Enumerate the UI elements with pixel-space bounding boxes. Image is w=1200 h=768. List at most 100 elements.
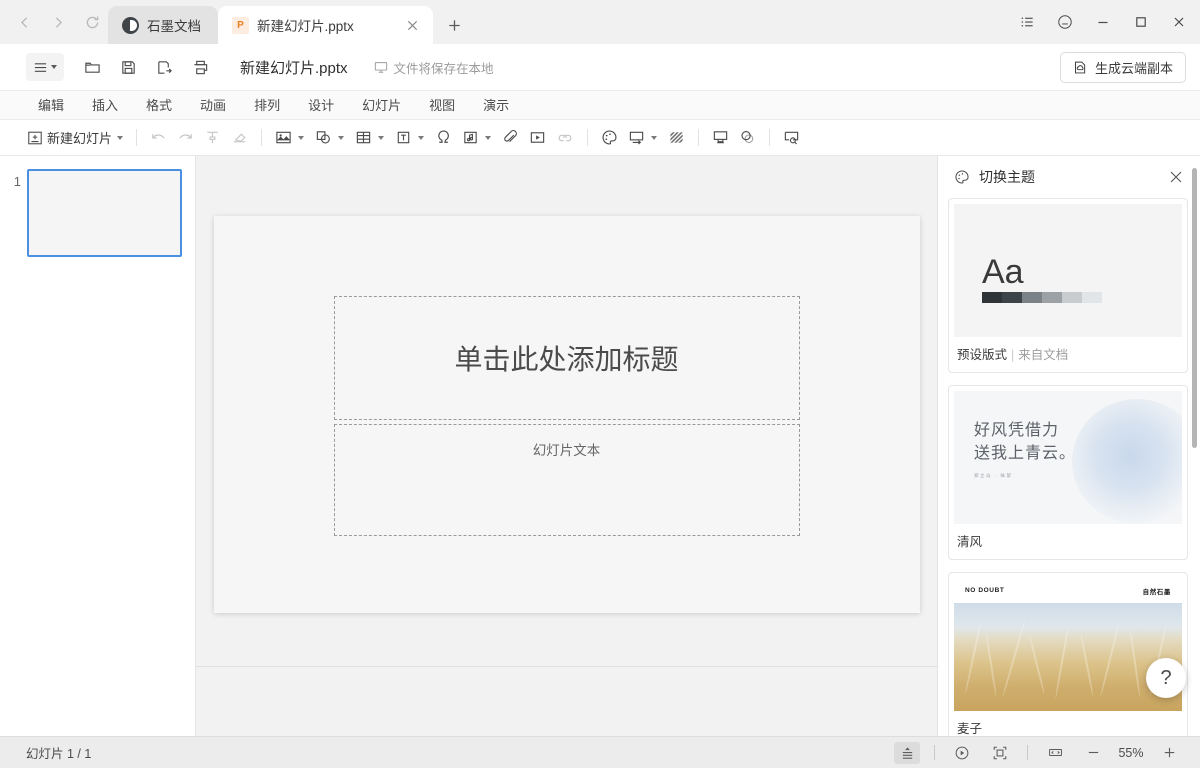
zoom-in-button[interactable]	[1156, 742, 1182, 764]
new-slide-button[interactable]: 新建幻灯片	[22, 125, 128, 151]
theme-button[interactable]	[596, 125, 623, 151]
chevron-down-icon[interactable]	[298, 136, 304, 140]
redo-button[interactable]	[172, 125, 199, 151]
chevron-down-icon[interactable]	[378, 136, 384, 140]
theme-name-text: 麦子	[957, 722, 982, 736]
menu-view[interactable]: 视图	[415, 91, 469, 120]
slide-list-item[interactable]: 1	[0, 169, 195, 257]
speaker-notes-pane[interactable]	[196, 666, 937, 736]
presentation-button[interactable]	[707, 125, 734, 151]
insert-video-button[interactable]	[524, 125, 551, 151]
account-circle-icon[interactable]	[1050, 7, 1080, 37]
theme-label: 麦子	[954, 711, 1182, 736]
body-placeholder-text: 幻灯片文本	[533, 439, 601, 459]
close-icon[interactable]	[1166, 167, 1186, 187]
minimize-icon[interactable]	[1088, 7, 1118, 37]
save-button[interactable]	[110, 53, 146, 81]
cloud-button-label: 生成云端副本	[1095, 58, 1173, 77]
canvas-scroll-area: 单击此处添加标题 幻灯片文本	[196, 156, 937, 666]
slide-editor-area: 单击此处添加标题 幻灯片文本	[196, 156, 937, 736]
new-tab-button[interactable]	[439, 10, 469, 40]
hamburger-menu-icon[interactable]	[26, 53, 64, 81]
speaker-notes-button[interactable]	[894, 742, 920, 764]
list-icon[interactable]	[1012, 7, 1042, 37]
body-placeholder[interactable]: 幻灯片文本	[334, 424, 800, 536]
tab-new-slides-pptx[interactable]: P 新建幻灯片.pptx	[218, 6, 433, 44]
insert-symbol-button[interactable]	[430, 125, 457, 151]
zoom-level[interactable]: 55%	[1112, 746, 1150, 760]
insert-table-button[interactable]	[350, 125, 377, 151]
menu-arrange[interactable]: 排列	[240, 91, 294, 120]
slide-thumbnail-panel[interactable]: 1	[0, 156, 196, 736]
chevron-down-icon[interactable]	[651, 136, 657, 140]
insert-audio-button[interactable]	[457, 125, 484, 151]
background-button[interactable]	[663, 125, 690, 151]
reload-button[interactable]	[76, 6, 108, 38]
fit-width-icon	[1047, 744, 1064, 761]
theme-name-text: 预设版式	[957, 348, 1007, 362]
generate-cloud-copy-button[interactable]: 生成云端副本	[1060, 52, 1186, 83]
undo-button[interactable]	[145, 125, 172, 151]
fit-page-button[interactable]	[987, 742, 1013, 764]
insert-image-button[interactable]	[270, 125, 297, 151]
theme-preview-header-right: 自然石墨	[1143, 586, 1171, 596]
chevron-down-icon[interactable]	[418, 136, 424, 140]
slide-number: 1	[7, 169, 21, 257]
tab-shimo-docs[interactable]: 石墨文档	[108, 6, 218, 44]
format-painter-button[interactable]	[199, 125, 226, 151]
document-filename[interactable]: 新建幻灯片.pptx	[240, 57, 348, 78]
wheat-field-image	[954, 603, 1182, 711]
fit-width-button[interactable]	[1042, 742, 1068, 764]
animation-button[interactable]	[734, 125, 761, 151]
link-icon	[556, 129, 574, 147]
title-placeholder[interactable]: 单击此处添加标题	[334, 296, 800, 420]
theme-panel-scrollbar[interactable]	[1192, 168, 1197, 448]
menu-design[interactable]: 设计	[294, 91, 348, 120]
theme-card-qingfeng[interactable]: 好风凭借力 送我上青云。 郑立焱 · 咏絮 清风	[948, 385, 1188, 560]
back-button[interactable]	[8, 6, 40, 38]
clear-format-button[interactable]	[226, 125, 253, 151]
preview-button[interactable]	[778, 125, 805, 151]
slide-thumbnail[interactable]	[27, 169, 182, 257]
divider	[769, 129, 770, 146]
menu-format[interactable]: 格式	[132, 91, 186, 120]
insert-attachment-button[interactable]	[497, 125, 524, 151]
menu-animation[interactable]: 动画	[186, 91, 240, 120]
theme-card-wheat[interactable]: NO DOUBT 自然石墨	[948, 572, 1188, 736]
help-button[interactable]: ?	[1146, 658, 1186, 698]
chevron-down-icon[interactable]	[117, 136, 123, 140]
transition-icon	[628, 129, 645, 146]
slide-preview-icon	[783, 129, 800, 146]
theme-preview: NO DOUBT 自然石墨	[954, 578, 1182, 711]
palette-icon	[954, 169, 970, 185]
menu-present[interactable]: 演示	[469, 91, 523, 120]
menu-slide[interactable]: 幻灯片	[348, 91, 415, 120]
chevron-down-icon[interactable]	[338, 136, 344, 140]
minus-icon	[1086, 745, 1101, 760]
save-as-button[interactable]	[146, 53, 182, 81]
insert-textbox-button[interactable]	[390, 125, 417, 151]
theme-label: 清风	[954, 524, 1182, 554]
open-file-button[interactable]	[74, 53, 110, 81]
fit-page-icon	[992, 745, 1008, 761]
status-bar-controls: 55%	[888, 742, 1188, 764]
slide-canvas[interactable]: 单击此处添加标题 幻灯片文本	[214, 216, 920, 613]
insert-shape-button[interactable]	[310, 125, 337, 151]
insert-link-button[interactable]	[551, 125, 579, 151]
zoom-out-button[interactable]	[1080, 742, 1106, 764]
chevron-down-icon[interactable]	[485, 136, 491, 140]
menu-insert[interactable]: 插入	[78, 91, 132, 120]
print-button[interactable]	[182, 53, 218, 81]
audio-icon	[462, 129, 479, 146]
play-slideshow-button[interactable]	[949, 742, 975, 764]
close-icon[interactable]	[403, 16, 421, 34]
file-toolbar: 新建幻灯片.pptx 文件将保存在本地 生成云端副本	[0, 44, 1200, 91]
transition-button[interactable]	[623, 125, 650, 151]
theme-list[interactable]: Aa 预设版式|来自文档 好风凭借力	[938, 198, 1200, 736]
forward-button[interactable]	[42, 6, 74, 38]
theme-card-preset[interactable]: Aa 预设版式|来自文档	[948, 198, 1188, 373]
close-icon[interactable]	[1164, 7, 1194, 37]
maximize-icon[interactable]	[1126, 7, 1156, 37]
save-hint-text: 文件将保存在本地	[394, 58, 494, 77]
menu-edit[interactable]: 编辑	[24, 91, 78, 120]
